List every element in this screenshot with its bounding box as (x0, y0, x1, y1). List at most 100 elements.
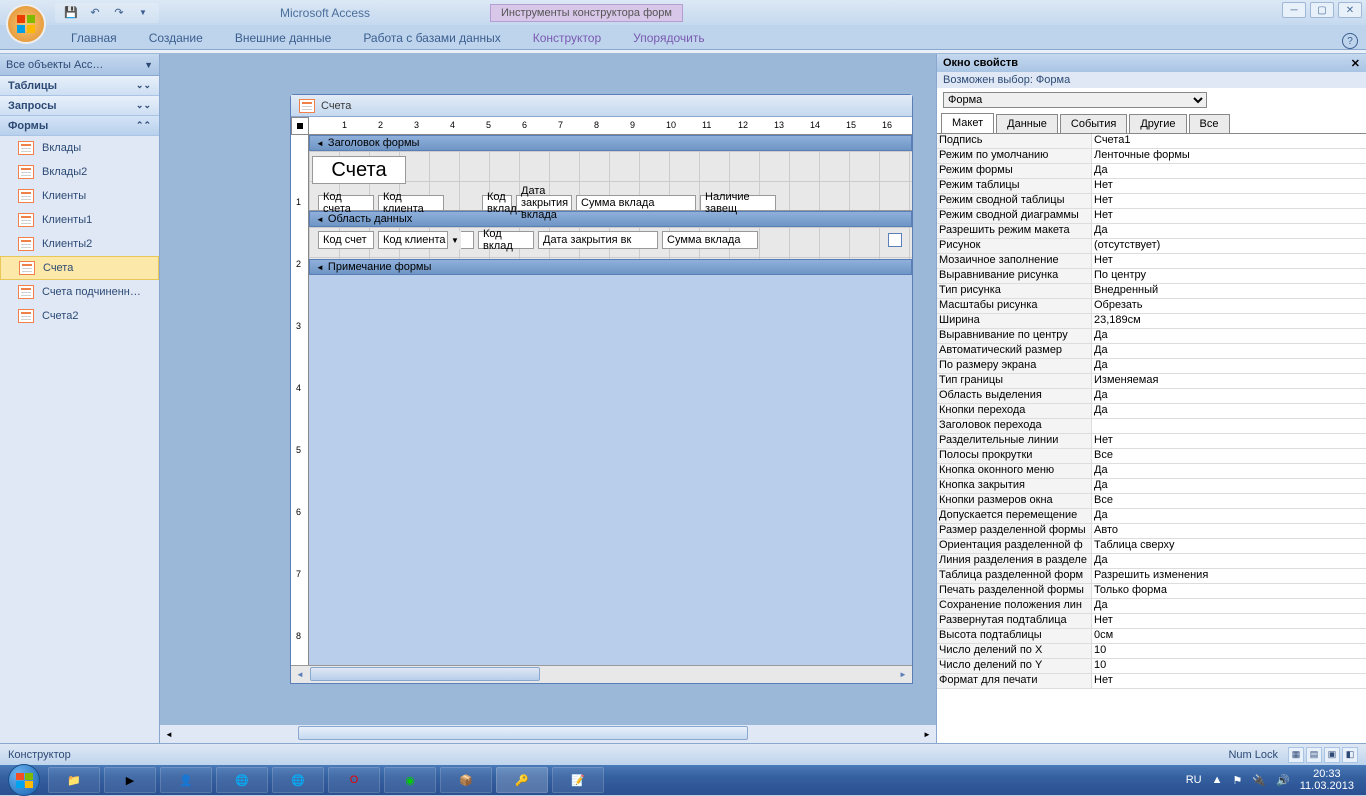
property-row[interactable]: Формат для печатиНет (937, 674, 1366, 689)
help-icon[interactable]: ? (1342, 33, 1358, 49)
qat-dropdown-icon[interactable]: ▼ (135, 5, 151, 21)
property-value[interactable]: Да (1092, 554, 1366, 568)
property-row[interactable]: Область выделенияДа (937, 389, 1366, 404)
property-value[interactable]: Нет (1092, 674, 1366, 688)
property-value[interactable]: Да (1092, 404, 1366, 418)
property-row[interactable]: Заголовок перехода (937, 419, 1366, 434)
property-row[interactable]: Допускается перемещениеДа (937, 509, 1366, 524)
property-row[interactable]: По размеру экранаДа (937, 359, 1366, 374)
property-row[interactable]: Развернутая подтаблицаНет (937, 614, 1366, 629)
nav-group-forms[interactable]: Формы⌃⌃ (0, 116, 159, 136)
property-value[interactable]: Да (1092, 329, 1366, 343)
tab-external-data[interactable]: Внешние данные (219, 27, 348, 49)
property-row[interactable]: Режим по умолчаниюЛенточные формы (937, 149, 1366, 164)
property-row[interactable]: Таблица разделенной формРазрешить измене… (937, 569, 1366, 584)
chevron-down-icon[interactable]: ▼ (144, 60, 153, 70)
property-row[interactable]: Ширина23,189см (937, 314, 1366, 329)
start-button[interactable] (4, 765, 44, 795)
property-row[interactable]: Мозаичное заполнениеНет (937, 254, 1366, 269)
vertical-ruler[interactable]: 12345678 (291, 135, 309, 665)
property-value[interactable]: Да (1092, 224, 1366, 238)
property-row[interactable]: Кнопка закрытияДа (937, 479, 1366, 494)
field-control[interactable]: Код счет (318, 231, 374, 249)
ws-scroll-thumb[interactable] (298, 726, 748, 740)
close-button[interactable]: ✕ (1338, 2, 1362, 18)
nav-group-tables[interactable]: Таблицы⌄⌄ (0, 76, 159, 96)
nav-item-form[interactable]: Клиенты1 (0, 208, 159, 232)
property-row[interactable]: Рисунок(отсутствует) (937, 239, 1366, 254)
task-vbox[interactable]: 📦 (440, 767, 492, 793)
property-row[interactable]: Режим сводной таблицыНет (937, 194, 1366, 209)
property-row[interactable]: Сохранение положения линДа (937, 599, 1366, 614)
proptab-layout[interactable]: Макет (941, 113, 994, 133)
tray-clock[interactable]: 20:33 11.03.2013 (1300, 768, 1354, 792)
task-ie[interactable]: 🌐 (272, 767, 324, 793)
property-value[interactable]: Внедренный (1092, 284, 1366, 298)
title-label-control[interactable]: Счета (312, 156, 406, 184)
task-word[interactable]: 📝 (552, 767, 604, 793)
ws-scroll-right-icon[interactable]: ► (918, 725, 936, 743)
property-row[interactable]: Автоматический размерДа (937, 344, 1366, 359)
checkbox-control[interactable] (888, 233, 902, 247)
proptab-events[interactable]: События (1060, 114, 1127, 133)
property-value[interactable]: Да (1092, 464, 1366, 478)
header-label[interactable]: Дата закрытия вклада (516, 195, 572, 211)
property-value[interactable]: Нет (1092, 194, 1366, 208)
section-form-header[interactable]: Заголовок формы (309, 135, 912, 151)
nav-item-form[interactable]: Вклады2 (0, 160, 159, 184)
header-label[interactable]: Код клиента (378, 195, 444, 211)
task-chrome[interactable]: 🌐 (216, 767, 268, 793)
minimize-button[interactable]: ─ (1282, 2, 1306, 18)
property-value[interactable]: Обрезать (1092, 299, 1366, 313)
property-value[interactable] (1092, 419, 1366, 433)
property-value[interactable]: Счета1 (1092, 134, 1366, 148)
property-row[interactable]: Высота подтаблицы0см (937, 629, 1366, 644)
property-row[interactable]: Ориентация разделенной фТаблица сверху (937, 539, 1366, 554)
tray-volume-icon[interactable]: 🔊 (1276, 774, 1290, 787)
nav-group-queries[interactable]: Запросы⌄⌄ (0, 96, 159, 116)
property-row[interactable]: Разрешить режим макетаДа (937, 224, 1366, 239)
horizontal-ruler[interactable]: 12345678910111213141516 (309, 117, 912, 135)
field-control[interactable]: Дата закрытия вк (538, 231, 658, 249)
property-value[interactable]: Все (1092, 494, 1366, 508)
scroll-thumb[interactable] (310, 667, 540, 681)
property-value[interactable]: (отсутствует) (1092, 239, 1366, 253)
property-value[interactable]: Только форма (1092, 584, 1366, 598)
form-footer-area[interactable] (309, 275, 912, 631)
task-app1[interactable]: 👤 (160, 767, 212, 793)
nav-header[interactable]: Все объекты Acc… ▼ (0, 54, 159, 76)
property-value[interactable]: Да (1092, 359, 1366, 373)
property-value[interactable]: Да (1092, 389, 1366, 403)
workspace-scrollbar-h[interactable]: ◄ ► (160, 725, 936, 743)
property-row[interactable]: Режим формыДа (937, 164, 1366, 179)
property-row[interactable]: Масштабы рисункаОбрезать (937, 299, 1366, 314)
office-button[interactable] (6, 4, 46, 44)
property-row[interactable]: Полосы прокруткиВсе (937, 449, 1366, 464)
header-label[interactable]: Код счета (318, 195, 374, 211)
proptab-other[interactable]: Другие (1129, 114, 1186, 133)
task-opera[interactable]: O (328, 767, 380, 793)
tab-database-tools[interactable]: Работа с базами данных (347, 27, 516, 49)
select-all-box[interactable] (291, 117, 309, 135)
nav-item-form[interactable]: Клиенты2 (0, 232, 159, 256)
property-value[interactable]: Нет (1092, 614, 1366, 628)
scroll-right-icon[interactable]: ► (894, 666, 912, 683)
scroll-left-icon[interactable]: ◄ (291, 666, 309, 683)
header-label[interactable]: Наличие завещ (700, 195, 776, 211)
property-row[interactable]: Размер разделенной формыАвто (937, 524, 1366, 539)
field-control[interactable]: Код клиента▼ (378, 231, 474, 249)
property-row[interactable]: Кнопка оконного менюДа (937, 464, 1366, 479)
save-icon[interactable]: 💾 (63, 5, 79, 21)
property-value[interactable]: 10 (1092, 644, 1366, 658)
property-value[interactable]: Да (1092, 479, 1366, 493)
tab-home[interactable]: Главная (55, 27, 133, 49)
task-explorer[interactable]: 📁 (48, 767, 100, 793)
nav-item-form[interactable]: Счета (0, 256, 159, 280)
property-value[interactable]: По центру (1092, 269, 1366, 283)
property-value[interactable]: Нет (1092, 179, 1366, 193)
property-value[interactable]: Ленточные формы (1092, 149, 1366, 163)
tab-create[interactable]: Создание (133, 27, 219, 49)
property-row[interactable]: Режим таблицыНет (937, 179, 1366, 194)
property-value[interactable]: Нет (1092, 254, 1366, 268)
propsheet-title[interactable]: Окно свойств ✕ (937, 54, 1366, 72)
